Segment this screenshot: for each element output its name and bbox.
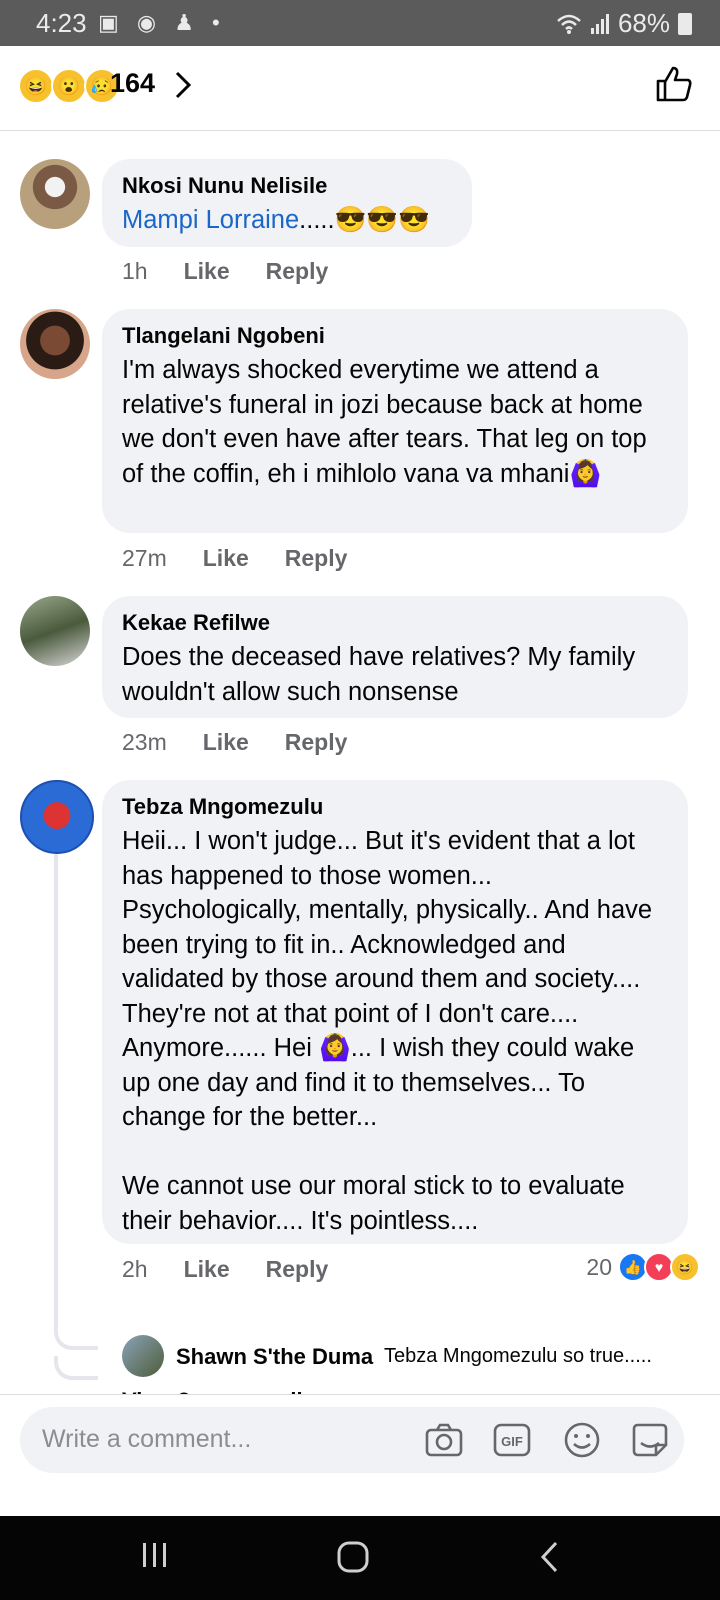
reactions-header: 😆 😮 😥 164 — [0, 46, 720, 131]
back-icon[interactable] — [538, 1540, 562, 1574]
comment-bubble: Kekae Refilwe Does the deceased have rel… — [102, 596, 688, 718]
comment-text: Does the deceased have relatives? My fam… — [122, 643, 643, 706]
reply-button[interactable]: Reply — [285, 729, 348, 756]
comment-reaction-summary[interactable]: 20 👍 ♥ 😆 — [586, 1252, 700, 1282]
comment-actions: 27m Like Reply — [122, 545, 347, 572]
avatar[interactable] — [122, 1335, 164, 1377]
comment-time: 2h — [122, 1256, 148, 1282]
comment-author[interactable]: Tlangelani Ngobeni — [122, 323, 668, 349]
laughing-emoji-icon: 😆 — [18, 68, 54, 104]
comment-input[interactable]: Write a comment... GIF — [20, 1407, 684, 1473]
haha-reaction-icon: 😆 — [670, 1252, 700, 1282]
comment-time: 1h — [122, 258, 148, 284]
reply-button[interactable]: Reply — [266, 258, 329, 285]
comment-actions: 23m Like Reply — [122, 729, 347, 756]
reply-button[interactable]: Reply — [266, 1256, 329, 1283]
camera-icon[interactable] — [424, 1421, 464, 1459]
comment-author[interactable]: Tebza Mngomezulu — [122, 794, 668, 820]
comment-bubble: Nkosi Nunu Nelisile Mampi Lorraine.....😎… — [102, 159, 472, 247]
comment-text: Heii... I won't judge... But it's eviden… — [122, 827, 653, 1235]
reaction-summary[interactable]: 😆 😮 😥 — [18, 68, 120, 104]
reply-author[interactable]: Shawn S'the Duma — [176, 1344, 373, 1370]
surprised-emoji-icon: 😮 — [51, 68, 87, 104]
mention-link[interactable]: Mampi Lorraine — [122, 206, 299, 234]
gif-icon[interactable]: GIF — [492, 1421, 532, 1459]
reaction-count: 20 — [586, 1253, 612, 1280]
comment-time: 23m — [122, 729, 167, 755]
reply-preview[interactable]: Shawn S'the Duma Tebza Mngomezulu so tru… — [122, 1335, 712, 1379]
like-button[interactable]: Like — [203, 545, 249, 572]
comment-text: I'm always shocked everytime we attend a… — [122, 356, 654, 488]
wifi-icon — [557, 14, 581, 34]
reply-button[interactable]: Reply — [285, 545, 348, 572]
comment-author[interactable]: Kekae Refilwe — [122, 610, 668, 636]
comment-bubble: Tlangelani Ngobeni I'm always shocked ev… — [102, 309, 688, 533]
comment-author[interactable]: Nkosi Nunu Nelisile — [122, 173, 452, 199]
recent-apps-icon[interactable] — [140, 1540, 170, 1570]
battery-percent: 68% — [617, 8, 670, 38]
svg-text:GIF: GIF — [501, 1434, 523, 1449]
thread-line — [54, 854, 58, 1334]
reaction-count[interactable]: 164 — [110, 68, 155, 99]
home-icon[interactable] — [336, 1540, 370, 1574]
comment-bubble: Tebza Mngomezulu Heii... I won't judge..… — [102, 780, 688, 1244]
reply-text: Tebza Mngomezulu so true..... — [384, 1345, 652, 1367]
thread-connector — [54, 1356, 98, 1380]
system-nav-bar — [0, 1516, 720, 1600]
like-button[interactable]: Like — [184, 258, 230, 285]
avatar[interactable] — [20, 596, 90, 666]
like-thumb-icon[interactable] — [654, 64, 694, 104]
like-button[interactable]: Like — [203, 729, 249, 756]
comment-text: Mampi Lorraine.....😎😎😎 — [122, 203, 452, 238]
status-time: 4:23 — [36, 8, 87, 38]
avatar[interactable] — [20, 309, 90, 379]
emoji-icon[interactable] — [562, 1421, 602, 1459]
comment-time: 27m — [122, 545, 167, 571]
like-button[interactable]: Like — [184, 1256, 230, 1283]
avatar[interactable] — [20, 780, 94, 854]
status-right: 68% — [556, 8, 692, 39]
signal-icon — [590, 13, 609, 34]
avatar[interactable] — [20, 159, 90, 229]
notification-icons: ▣ ◉ ♟ • — [98, 10, 226, 35]
comment-emojis: .....😎😎😎 — [299, 206, 430, 234]
comments-sheet: 😆 😮 😥 164 Nkosi Nunu Nelisile Mampi Lorr… — [0, 46, 720, 1516]
chevron-right-icon[interactable] — [174, 70, 192, 100]
sticker-icon[interactable] — [630, 1421, 670, 1459]
comment-placeholder: Write a comment... — [42, 1425, 252, 1453]
thread-connector — [54, 1316, 98, 1350]
status-bar: 4:23 ▣ ◉ ♟ • 68% — [0, 0, 720, 46]
comment-actions: 2h Like Reply — [122, 1256, 328, 1283]
battery-icon — [678, 12, 692, 35]
comment-composer: Write a comment... GIF — [0, 1394, 720, 1516]
comment-actions: 1h Like Reply — [122, 258, 328, 285]
